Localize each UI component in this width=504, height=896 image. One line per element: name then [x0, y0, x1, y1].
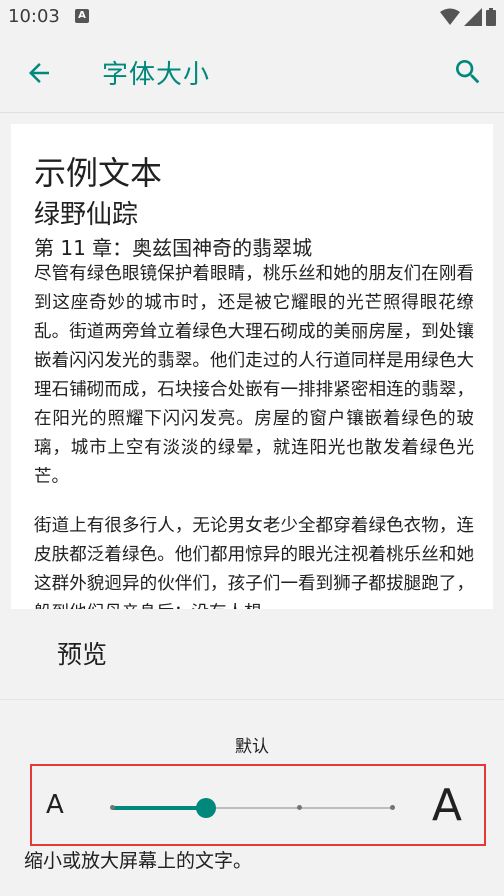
- font-size-slider-container: A A: [30, 764, 486, 846]
- slider-thumb[interactable]: [196, 798, 216, 818]
- hint-text: 缩小或放大屏幕上的文字。: [24, 850, 253, 872]
- paragraph: 尽管有绿色眼镜保护着眼睛，桃乐丝和她的朋友们在刚看到这座奇妙的城市时，还是被它耀…: [34, 264, 474, 487]
- large-font-icon: A: [431, 780, 462, 831]
- status-bar: 10:03 A: [0, 0, 504, 34]
- battery-icon: [486, 8, 496, 26]
- current-size-label: 默认: [235, 737, 269, 757]
- app-bar: 字体大小: [0, 34, 504, 113]
- slider-tick[interactable]: [390, 805, 395, 810]
- status-time: 10:03: [8, 6, 60, 27]
- search-icon[interactable]: [452, 56, 484, 88]
- paragraph: 街道上有很多行人，无论男女老少全都穿着绿色衣物，连皮肤都泛着绿色。他们都用惊异的…: [34, 516, 474, 609]
- sample-heading: 示例文本: [34, 154, 163, 192]
- chapter-title: 第 11 章：奥兹国神奇的翡翠城: [34, 236, 313, 260]
- status-icons: [440, 8, 496, 26]
- signal-icon: [464, 8, 482, 26]
- arrow-back-icon[interactable]: [24, 58, 54, 88]
- small-font-icon: A: [46, 790, 64, 820]
- slider-track-fill: [112, 806, 206, 810]
- notification-icon: A: [75, 9, 89, 23]
- preview-label: 预览: [57, 640, 108, 669]
- font-size-controls: 默认 A A 缩小或放大屏幕上的文字。: [0, 700, 504, 896]
- page-title: 字体大小: [102, 60, 211, 90]
- preview-bar: 预览: [0, 609, 504, 700]
- slider-tick[interactable]: [110, 805, 115, 810]
- wifi-icon: [440, 8, 460, 25]
- book-title: 绿野仙踪: [34, 200, 139, 230]
- slider-tick[interactable]: [297, 805, 302, 810]
- preview-card[interactable]: 示例文本 绿野仙踪 第 11 章：奥兹国神奇的翡翠城 尽管有绿色眼镜保护着眼睛，…: [11, 124, 493, 609]
